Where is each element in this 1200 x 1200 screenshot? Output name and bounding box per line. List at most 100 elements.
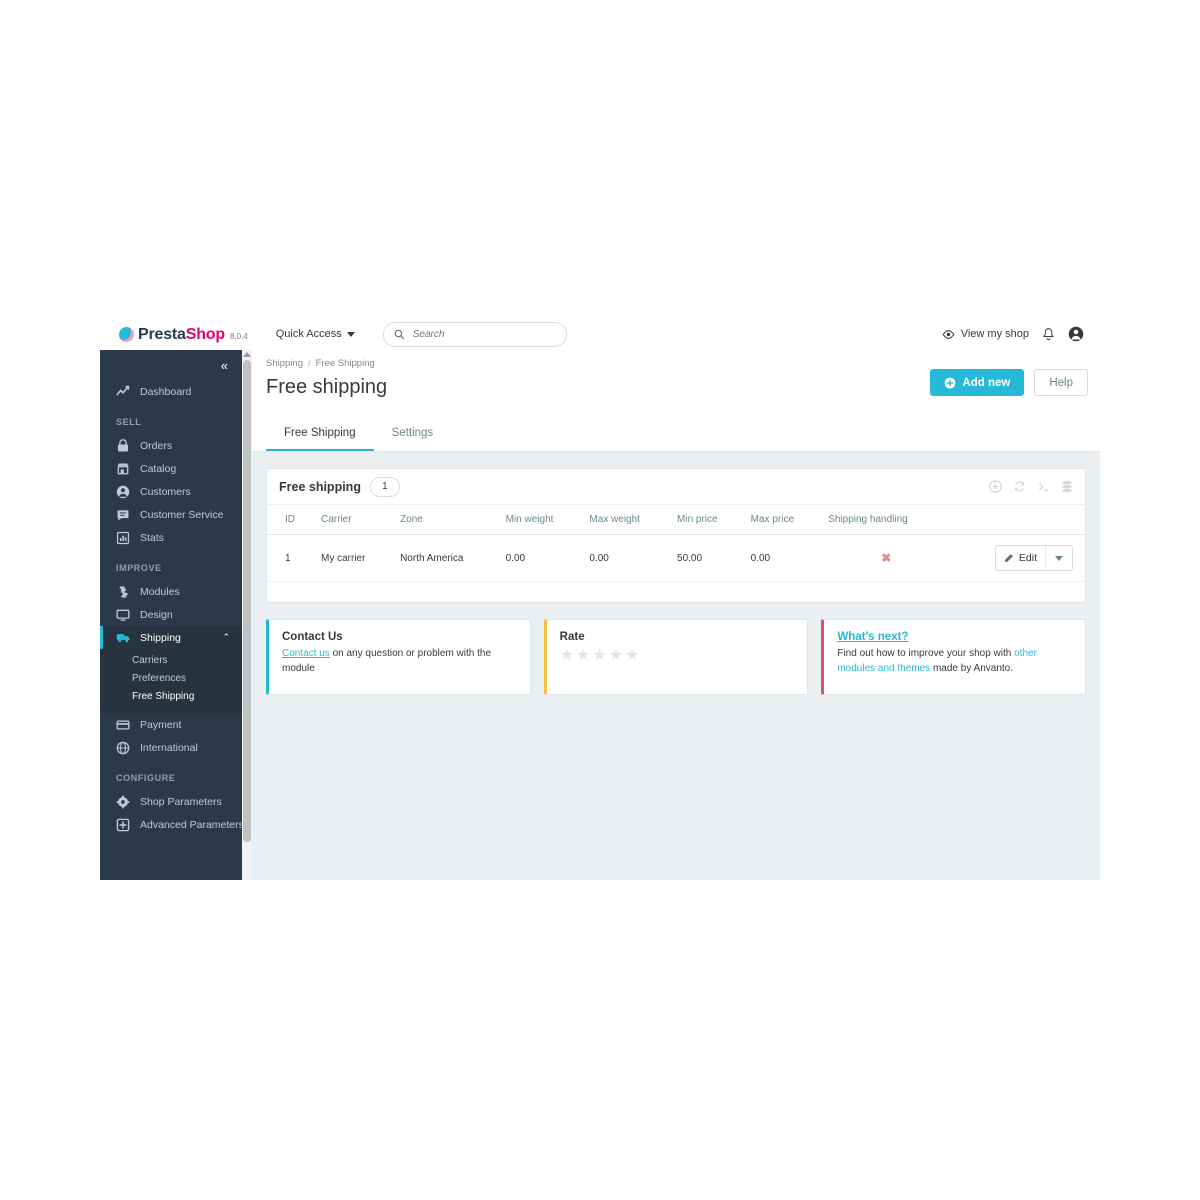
chevron-down-icon [346, 331, 355, 337]
sidebar-item-customers[interactable]: Customers [100, 480, 242, 503]
star-icon-1[interactable]: ★ [560, 648, 574, 664]
database-icon[interactable] [1061, 480, 1073, 494]
chevron-up-icon: ⌃ [222, 632, 230, 642]
chevron-down-icon [1055, 555, 1063, 561]
star-icon-3[interactable]: ★ [592, 648, 606, 664]
search-box[interactable] [382, 321, 567, 347]
breadcrumb: Shipping / Free Shipping [266, 358, 1078, 369]
credit-card-icon [116, 718, 132, 732]
bell-icon[interactable] [1042, 327, 1055, 342]
column-header-actions [950, 505, 1085, 535]
sidebar-item-shop-parameters[interactable]: Shop Parameters [100, 790, 242, 813]
sidebar-subitem-label: Carriers [132, 654, 168, 666]
sidebar-item-dashboard[interactable]: Dashboard [100, 380, 242, 403]
tab-free-shipping[interactable]: Free Shipping [266, 418, 374, 451]
plus-circle-icon[interactable] [989, 480, 1002, 493]
sidebar-item-modules[interactable]: Modules [100, 580, 242, 603]
panel-title: Free shipping [279, 479, 361, 494]
view-my-shop-button[interactable]: View my shop [942, 328, 1029, 341]
sidebar-collapse-button[interactable]: « [100, 350, 242, 380]
monitor-icon [116, 608, 132, 622]
whats-next-suffix: made by Anvanto. [930, 662, 1014, 674]
plus-circle-icon [945, 377, 956, 388]
cell-zone: North America [394, 534, 500, 582]
quick-access-menu[interactable]: Quick Access [276, 328, 355, 340]
basket-icon [116, 438, 132, 453]
table-header: ID Carrier Zone Min weight Max weight Mi… [267, 505, 1085, 535]
sidebar-item-label: Dashboard [140, 385, 192, 398]
top-header-bar: PrestaShop 8.0.4 Quick Access View my sh… [100, 318, 1100, 350]
terminal-icon[interactable] [1037, 480, 1050, 493]
bar-chart-icon [116, 531, 132, 545]
user-avatar-icon[interactable] [1068, 326, 1084, 342]
contact-us-card: Contact Us Contact us on any question or… [266, 619, 531, 695]
rate-card: Rate ★ ★ ★ ★ ★ [543, 619, 809, 695]
sidebar-subitem-preferences[interactable]: Preferences [100, 669, 242, 687]
sidebar-item-international[interactable]: International [100, 736, 242, 759]
scroll-up-arrow-icon[interactable] [243, 352, 251, 357]
prestashop-logo-icon [119, 327, 134, 342]
rate-title: Rate [559, 631, 585, 643]
sidebar-subitem-carriers[interactable]: Carriers [100, 651, 242, 669]
help-button[interactable]: Help [1034, 369, 1088, 396]
star-icon-5[interactable]: ★ [625, 648, 639, 664]
globe-icon [116, 741, 132, 755]
tab-label: Settings [391, 427, 434, 439]
page-tabs: Free Shipping Settings [252, 420, 1100, 452]
panel-footer [267, 582, 1085, 602]
breadcrumb-separator: / [307, 358, 311, 369]
sidebar-item-label: Orders [140, 439, 173, 452]
scrollbar-thumb[interactable] [243, 360, 251, 842]
whats-next-card: What's next? Find out how to improve you… [821, 619, 1087, 695]
edit-dropdown-toggle[interactable] [1046, 546, 1072, 570]
sidebar-item-catalog[interactable]: Catalog [100, 457, 242, 480]
sidebar-section-improve: IMPROVE [116, 563, 162, 573]
sidebar-item-payment[interactable]: Payment [100, 713, 242, 736]
add-new-button[interactable]: Add new [930, 369, 1025, 396]
sidebar-item-design[interactable]: Design [100, 603, 242, 626]
free-shipping-panel: Free shipping 1 ID Carrier Zone Min weig… [266, 468, 1086, 603]
sidebar-item-orders[interactable]: Orders [100, 434, 242, 457]
info-cards-row: Contact Us Contact us on any question or… [266, 619, 1087, 695]
x-mark-icon: ✖ [881, 551, 892, 565]
sidebar-subitem-free-shipping[interactable]: Free Shipping [100, 687, 242, 705]
quick-access-label: Quick Access [275, 328, 342, 340]
refresh-icon[interactable] [1013, 480, 1026, 493]
table-header-row: ID Carrier Zone Min weight Max weight Mi… [267, 505, 1085, 535]
store-icon [116, 462, 132, 476]
eye-icon [942, 329, 955, 339]
tab-settings[interactable]: Settings [374, 418, 452, 451]
table-row[interactable]: 1 My carrier North America 0.00 0.00 50.… [267, 534, 1085, 582]
column-header-max-weight: Max weight [583, 505, 672, 535]
sidebar-item-stats[interactable]: Stats [100, 526, 242, 549]
free-shipping-table: ID Carrier Zone Min weight Max weight Mi… [267, 505, 1085, 582]
contact-us-title: Contact Us [282, 631, 343, 643]
content-body: Free shipping 1 ID Carrier Zone Min weig… [252, 452, 1100, 695]
cell-actions: Edit [950, 534, 1085, 582]
star-icon-2[interactable]: ★ [576, 648, 590, 664]
star-icon-4[interactable]: ★ [609, 648, 623, 664]
search-input[interactable] [410, 327, 545, 341]
contact-us-link[interactable]: Contact us [282, 648, 330, 659]
sidebar-item-customer-service[interactable]: Customer Service [100, 503, 242, 526]
panel-count-badge: 1 [369, 476, 400, 497]
rating-stars[interactable]: ★ ★ ★ ★ ★ [560, 648, 795, 664]
sidebar-item-advanced-parameters[interactable]: Advanced Parameters [100, 813, 242, 836]
sidebar-item-label: Stats [140, 531, 164, 544]
sidebar-item-label: International [140, 741, 198, 754]
page-header: Shipping / Free Shipping Free shipping A… [252, 350, 1100, 420]
cell-min-price: 50.00 [671, 534, 745, 582]
sidebar-section-configure: CONFIGURE [116, 773, 176, 783]
edit-button[interactable]: Edit [996, 552, 1045, 564]
whats-next-title[interactable]: What's next? [837, 631, 1072, 643]
sidebar-item-label: Shipping [140, 631, 181, 644]
breadcrumb-item-free-shipping[interactable]: Free Shipping [316, 358, 375, 369]
sidebar-item-label: Catalog [140, 462, 177, 475]
sidebar-item-shipping[interactable]: Shipping ⌃ [100, 626, 242, 649]
prestashop-logo[interactable]: PrestaShop 8.0.4 [119, 324, 248, 344]
page-scrollbar[interactable] [242, 350, 252, 880]
prestashop-admin-window: PrestaShop 8.0.4 Quick Access View my sh… [100, 318, 1100, 880]
breadcrumb-item-shipping[interactable]: Shipping [266, 358, 303, 369]
edit-button-group[interactable]: Edit [994, 545, 1073, 571]
contact-us-text: Contact us on any question or problem wi… [282, 647, 517, 676]
